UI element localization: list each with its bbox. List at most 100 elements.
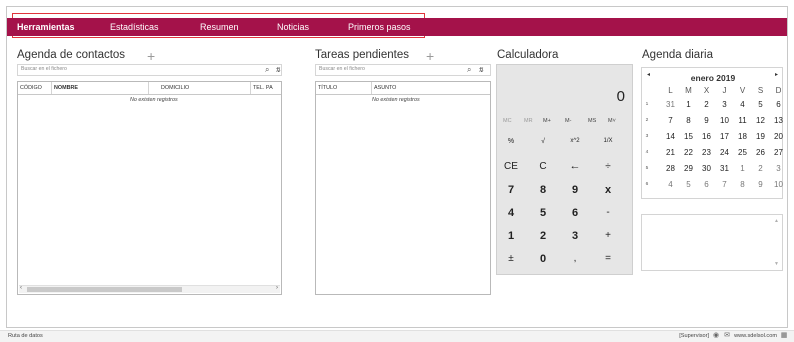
key-ce[interactable]: CE xyxy=(500,161,522,172)
key-4[interactable]: 4 xyxy=(500,207,522,219)
col-telefono[interactable]: TEL. PA xyxy=(251,82,283,94)
col-titulo[interactable]: TÍTULO xyxy=(316,82,372,94)
tab-estadisticas[interactable]: Estadísticas xyxy=(110,18,159,36)
calendar-day[interactable]: 9 xyxy=(699,116,714,125)
key-reciprocal[interactable]: 1/X xyxy=(597,138,619,144)
filter-icon[interactable]: ⇅ xyxy=(275,66,280,74)
key-mlist[interactable]: M˅ xyxy=(608,118,616,124)
key-5[interactable]: 5 xyxy=(532,207,554,219)
agenda-notes-area[interactable]: ▲ ▼ xyxy=(641,214,783,271)
search-icon[interactable]: ⌕ xyxy=(265,65,269,75)
calendar-day[interactable]: 6 xyxy=(699,180,714,189)
calendar-day[interactable]: 17 xyxy=(717,132,732,141)
key-mr[interactable]: MR xyxy=(524,118,533,124)
calendar-day[interactable]: 11 xyxy=(735,116,750,125)
scroll-up-icon[interactable]: ▲ xyxy=(774,218,779,224)
help-icon[interactable]: ◉ xyxy=(712,332,720,340)
scroll-thumb[interactable] xyxy=(27,287,182,292)
key-divide[interactable]: ÷ xyxy=(597,161,619,172)
key-0[interactable]: 0 xyxy=(532,253,554,265)
calendar-month[interactable]: enero 2019 xyxy=(642,73,784,83)
col-nombre[interactable]: NOMBRE xyxy=(52,82,149,94)
key-1[interactable]: 1 xyxy=(500,230,522,242)
key-square[interactable]: x^2 xyxy=(564,138,586,144)
filter-icon[interactable]: ⇅ xyxy=(478,66,483,74)
calendar-day[interactable]: 12 xyxy=(753,116,768,125)
calendar-day[interactable]: 24 xyxy=(717,148,732,157)
key-multiply[interactable]: x xyxy=(597,184,619,196)
calendar-day[interactable]: 1 xyxy=(681,100,696,109)
key-sqrt[interactable]: √ xyxy=(532,138,554,145)
key-7[interactable]: 7 xyxy=(500,184,522,196)
calendar-day[interactable]: 15 xyxy=(681,132,696,141)
add-task-icon[interactable]: + xyxy=(426,49,434,63)
calendar-day[interactable]: 23 xyxy=(699,148,714,157)
calendar-day[interactable]: 9 xyxy=(753,180,768,189)
key-c[interactable]: C xyxy=(532,161,554,172)
calendar-day[interactable]: 14 xyxy=(663,132,678,141)
calendar-day[interactable]: 3 xyxy=(771,164,786,173)
calendar-day[interactable]: 4 xyxy=(663,180,678,189)
calendar-day[interactable]: 25 xyxy=(735,148,750,157)
col-codigo[interactable]: CÓDIGO xyxy=(18,82,52,94)
calendar-day[interactable]: 6 xyxy=(771,100,786,109)
key-add[interactable]: + xyxy=(597,230,619,241)
calendar-day[interactable]: 20 xyxy=(771,132,786,141)
calendar-day[interactable]: 30 xyxy=(699,164,714,173)
calendar-day[interactable]: 26 xyxy=(753,148,768,157)
calendar-day[interactable]: 8 xyxy=(735,180,750,189)
next-month-icon[interactable]: ▸ xyxy=(775,71,778,78)
tab-herramientas[interactable]: Herramientas xyxy=(17,18,75,36)
calendar-day[interactable]: 7 xyxy=(663,116,678,125)
contacts-search-input[interactable]: Buscar en el fichero ⌕ ⇅ xyxy=(17,64,282,76)
mail-icon[interactable]: ✉ xyxy=(723,332,731,340)
calendar-day[interactable]: 2 xyxy=(753,164,768,173)
key-percent[interactable]: % xyxy=(500,138,522,145)
calendar-day[interactable]: 28 xyxy=(663,164,678,173)
calendar-day[interactable]: 4 xyxy=(735,100,750,109)
calendar-day[interactable]: 3 xyxy=(717,100,732,109)
calendar-day[interactable]: 5 xyxy=(681,180,696,189)
tab-noticias[interactable]: Noticias xyxy=(277,18,309,36)
calendar-day[interactable]: 21 xyxy=(663,148,678,157)
calendar-day[interactable]: 31 xyxy=(663,100,678,109)
key-mc[interactable]: MC xyxy=(503,118,512,124)
calendar-day[interactable]: 2 xyxy=(699,100,714,109)
calendar-day[interactable]: 8 xyxy=(681,116,696,125)
calendar-day[interactable]: 10 xyxy=(717,116,732,125)
key-backspace[interactable]: ← xyxy=(564,160,586,172)
calendar-day[interactable]: 16 xyxy=(699,132,714,141)
calendar-day[interactable]: 22 xyxy=(681,148,696,157)
tab-primeros-pasos[interactable]: Primeros pasos xyxy=(348,18,411,36)
key-decimal[interactable]: , xyxy=(564,253,586,264)
key-ms[interactable]: MS xyxy=(588,118,596,124)
app-icon[interactable]: ▦ xyxy=(780,332,788,340)
key-6[interactable]: 6 xyxy=(564,207,586,219)
search-icon[interactable]: ⌕ xyxy=(467,65,471,75)
calendar-day[interactable]: 31 xyxy=(717,164,732,173)
key-subtract[interactable]: - xyxy=(597,207,619,218)
col-domicilio[interactable]: DOMICILIO xyxy=(149,82,251,94)
col-asunto[interactable]: ASUNTO xyxy=(372,82,492,94)
scroll-right-icon[interactable]: › xyxy=(276,285,278,291)
calendar-day[interactable]: 5 xyxy=(753,100,768,109)
tasks-search-input[interactable]: Buscar en el fichero ⌕ ⇅ xyxy=(315,64,491,76)
key-3[interactable]: 3 xyxy=(564,230,586,242)
status-website-link[interactable]: www.sdelsol.com xyxy=(734,333,777,339)
contacts-hscrollbar[interactable]: ‹ › xyxy=(19,285,280,293)
scroll-left-icon[interactable]: ‹ xyxy=(20,285,22,291)
calendar-day[interactable]: 29 xyxy=(681,164,696,173)
calendar-day[interactable]: 7 xyxy=(717,180,732,189)
calendar-day[interactable]: 18 xyxy=(735,132,750,141)
add-contact-icon[interactable]: + xyxy=(147,49,155,63)
calendar-day[interactable]: 27 xyxy=(771,148,786,157)
key-mplus[interactable]: M+ xyxy=(543,118,551,124)
calendar-day[interactable]: 10 xyxy=(771,180,786,189)
key-mminus[interactable]: M- xyxy=(565,118,571,124)
key-negate[interactable]: ± xyxy=(500,253,522,264)
tab-resumen[interactable]: Resumen xyxy=(200,18,239,36)
calendar-day[interactable]: 1 xyxy=(735,164,750,173)
key-equals[interactable]: = xyxy=(597,253,619,264)
key-9[interactable]: 9 xyxy=(564,184,586,196)
status-data-path[interactable]: Ruta de datos xyxy=(8,333,43,339)
